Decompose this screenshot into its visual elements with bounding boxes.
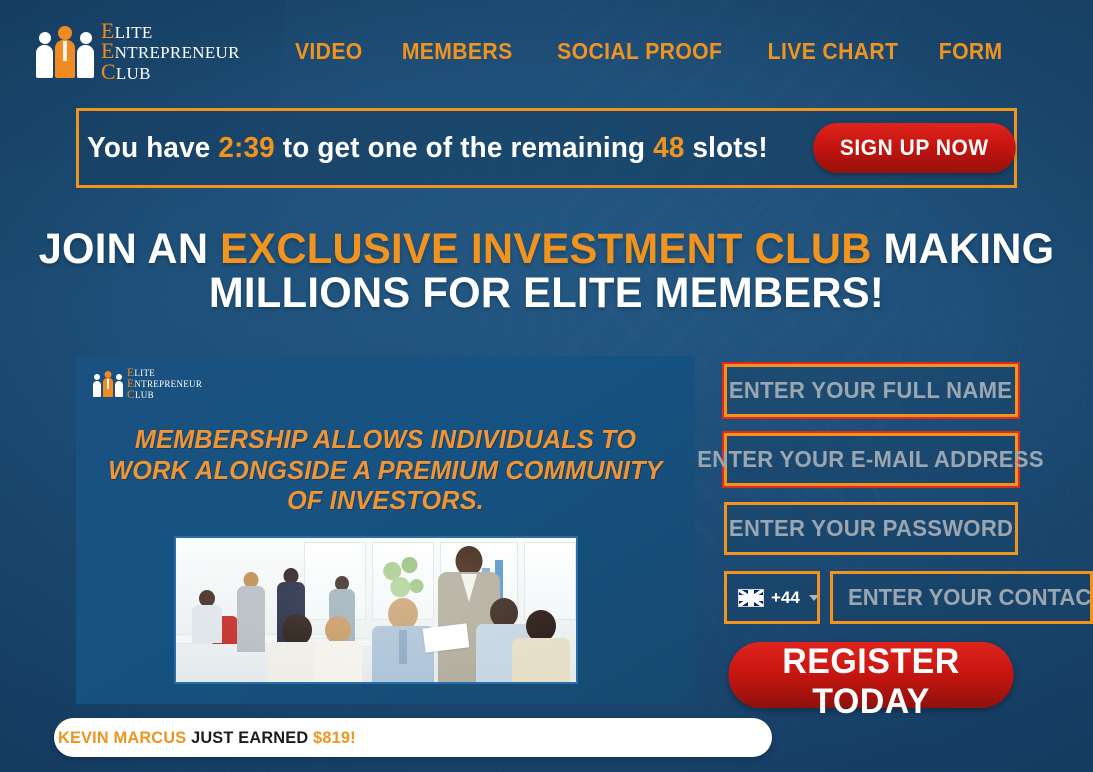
- chevron-down-icon: [808, 594, 819, 601]
- countdown-text: You have 2:39 to get one of the remainin…: [87, 132, 768, 165]
- person-foreground-5: [512, 610, 570, 682]
- landing-page: ELITE ENTREPRENEUR CLUB VIDEO MEMBERS SO…: [0, 0, 1093, 772]
- promo-logo-wordmark: ELITE ENTREPRENEUR CLUB: [127, 367, 203, 401]
- social-proof-toast[interactable]: KEVIN MARCUS JUST EARNED $819!: [54, 718, 772, 757]
- person-seated-left: [192, 590, 222, 643]
- remaining-slots-count: 48: [652, 131, 685, 164]
- promo-headline: MEMBERSHIP ALLOWS INDIVIDUALS TO WORK AL…: [103, 424, 669, 516]
- social-proof-action: JUST EARNED: [186, 727, 314, 747]
- countdown-prefix: You have: [86, 131, 219, 164]
- nav-item-live-chart[interactable]: LIVE CHART: [767, 38, 898, 65]
- logo-line-2: ENTREPRENEUR: [101, 39, 240, 64]
- full-name-placeholder: ENTER YOUR FULL NAME: [729, 377, 1013, 403]
- headline-line1-post: MAKING: [871, 225, 1055, 273]
- three-people-icon-small: [93, 371, 123, 398]
- site-logo[interactable]: ELITE ENTREPRENEUR CLUB: [36, 18, 240, 84]
- headline-line1-pre: JOIN AN: [38, 225, 221, 273]
- promo-video-panel[interactable]: ELITE ENTREPRENEUR CLUB MEMBERSHIP ALLOW…: [76, 356, 695, 704]
- logo-line-1: ELITE: [101, 18, 153, 43]
- promo-logo-line-2: ENTREPRENEUR: [127, 377, 203, 390]
- full-name-field[interactable]: ENTER YOUR FULL NAME: [722, 362, 1020, 419]
- site-header: ELITE ENTREPRENEUR CLUB VIDEO MEMBERS SO…: [0, 0, 1093, 103]
- promo-headline-line-3: OF INVESTORS.: [287, 485, 484, 516]
- three-people-icon: [36, 25, 94, 78]
- promo-logo: ELITE ENTREPRENEUR CLUB: [93, 367, 203, 401]
- countdown-banner: You have 2:39 to get one of the remainin…: [76, 108, 1017, 188]
- email-placeholder: ENTER YOUR E-MAIL ADDRESS: [697, 446, 1045, 472]
- social-proof-amount: $819!: [313, 727, 356, 747]
- country-code-select[interactable]: +44: [724, 571, 820, 624]
- countdown-middle: to get one of the remaining: [274, 131, 653, 164]
- nav-item-form[interactable]: FORM: [938, 38, 1002, 65]
- contact-number-field[interactable]: ENTER YOUR CONTACT NUMBER: [830, 571, 1093, 624]
- promo-headline-line-2: WORK ALONGSIDE A PREMIUM COMMUNITY: [108, 454, 663, 485]
- nav-item-video[interactable]: VIDEO: [295, 38, 363, 65]
- countdown-suffix: slots!: [684, 131, 768, 164]
- social-proof-name: KEVIN MARCUS: [58, 727, 187, 747]
- nav-item-social-proof[interactable]: SOCIAL PROOF: [557, 38, 722, 65]
- page-headline: JOIN AN EXCLUSIVE INVESTMENT CLUB MAKING…: [16, 225, 1076, 317]
- person-foreground-2: [314, 616, 362, 682]
- logo-wordmark: ELITE ENTREPRENEUR CLUB: [101, 18, 240, 84]
- uk-flag-icon: [738, 588, 764, 607]
- logo-line-3: CLUB: [101, 59, 151, 84]
- password-placeholder: ENTER YOUR PASSWORD: [728, 515, 1014, 541]
- main-navigation: VIDEO MEMBERS SOCIAL PROOF LIVE CHART FO…: [240, 38, 1093, 65]
- headline-line1-highlight: EXCLUSIVE INVESTMENT CLUB: [220, 225, 872, 273]
- registration-form: ENTER YOUR FULL NAME ENTER YOUR E-MAIL A…: [698, 362, 1093, 721]
- nav-item-members[interactable]: MEMBERS: [402, 38, 513, 65]
- promo-logo-line-1: ELITE: [127, 367, 156, 379]
- sign-up-now-button[interactable]: SIGN UP NOW: [813, 123, 1015, 173]
- promo-logo-line-3: CLUB: [127, 388, 154, 401]
- business-meeting-photo: [174, 536, 578, 684]
- password-field[interactable]: ENTER YOUR PASSWORD: [724, 502, 1018, 555]
- promo-headline-line-1: MEMBERSHIP ALLOWS INDIVIDUALS TO: [134, 424, 637, 454]
- headline-line2: MILLIONS FOR ELITE MEMBERS!: [208, 268, 885, 317]
- phone-row: +44 ENTER YOUR CONTACT NUMBER: [724, 571, 1093, 624]
- email-field[interactable]: ENTER YOUR E-MAIL ADDRESS: [698, 431, 1044, 488]
- contact-number-placeholder: ENTER YOUR CONTACT NUMBER: [848, 584, 1092, 610]
- register-today-button[interactable]: REGISTER TODAY: [728, 642, 1014, 721]
- country-dial-code: +44: [771, 587, 800, 607]
- countdown-timer: 2:39: [218, 131, 275, 164]
- social-proof-text: KEVIN MARCUS JUST EARNED $819!: [58, 728, 356, 748]
- person-standing-1: [236, 572, 266, 652]
